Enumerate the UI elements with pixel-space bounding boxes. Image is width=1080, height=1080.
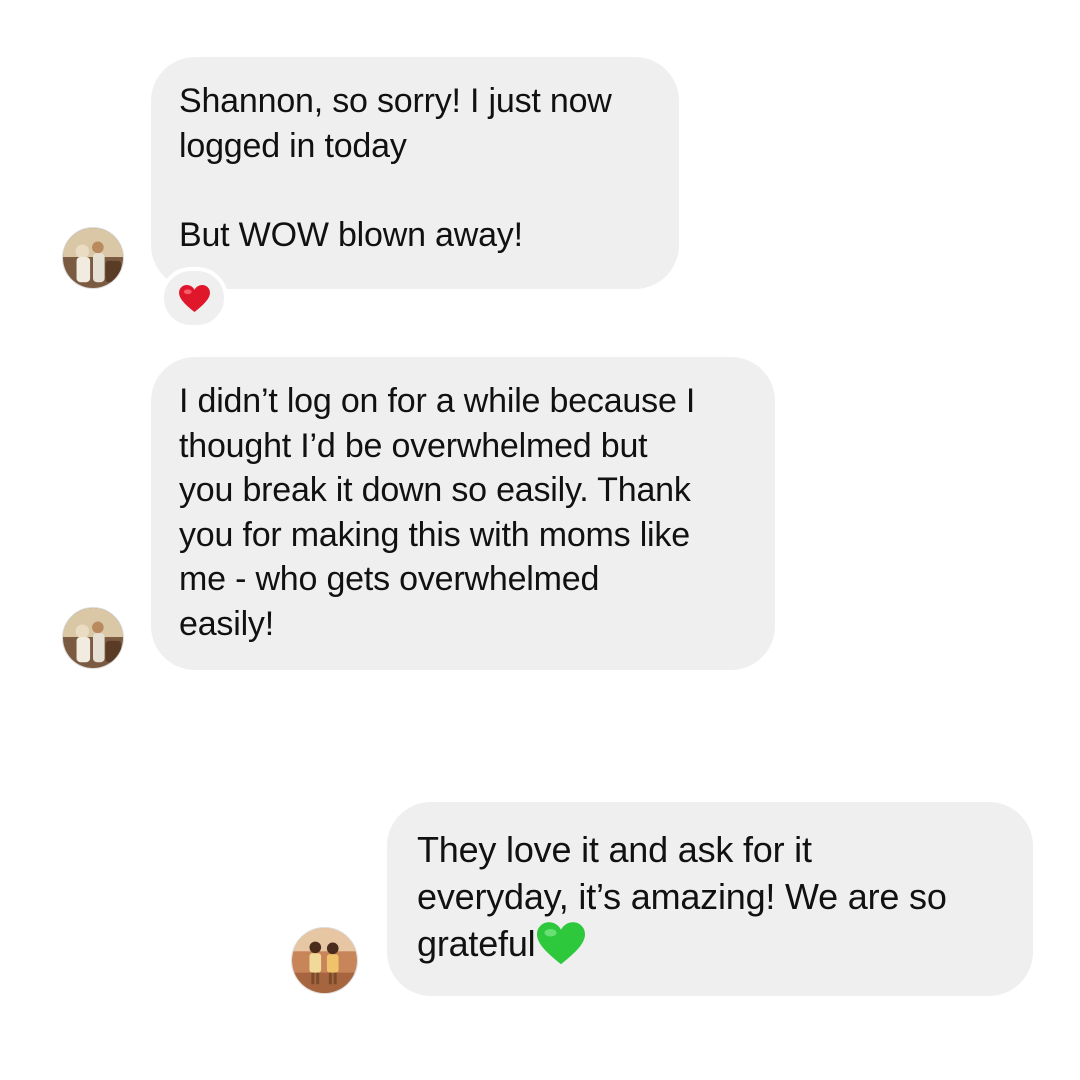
sender-avatar-photo xyxy=(292,928,357,993)
sender-avatar[interactable] xyxy=(62,607,124,669)
sender-avatar[interactable] xyxy=(291,927,358,994)
sender-avatar[interactable] xyxy=(62,227,124,289)
red-heart-icon xyxy=(179,285,210,313)
outgoing-message-bubble[interactable]: They love it and ask for it everyday, it… xyxy=(387,802,1033,996)
incoming-message-bubble[interactable]: Shannon, so sorry! I just now logged in … xyxy=(151,57,679,289)
incoming-message-bubble[interactable]: I didn’t log on for a while because I th… xyxy=(151,357,775,670)
sender-avatar-photo xyxy=(63,228,123,288)
green-heart-icon xyxy=(537,922,586,965)
message-reaction[interactable] xyxy=(160,267,228,329)
sender-avatar-photo xyxy=(63,608,123,668)
message-text: They love it and ask for it everyday, it… xyxy=(417,829,947,964)
